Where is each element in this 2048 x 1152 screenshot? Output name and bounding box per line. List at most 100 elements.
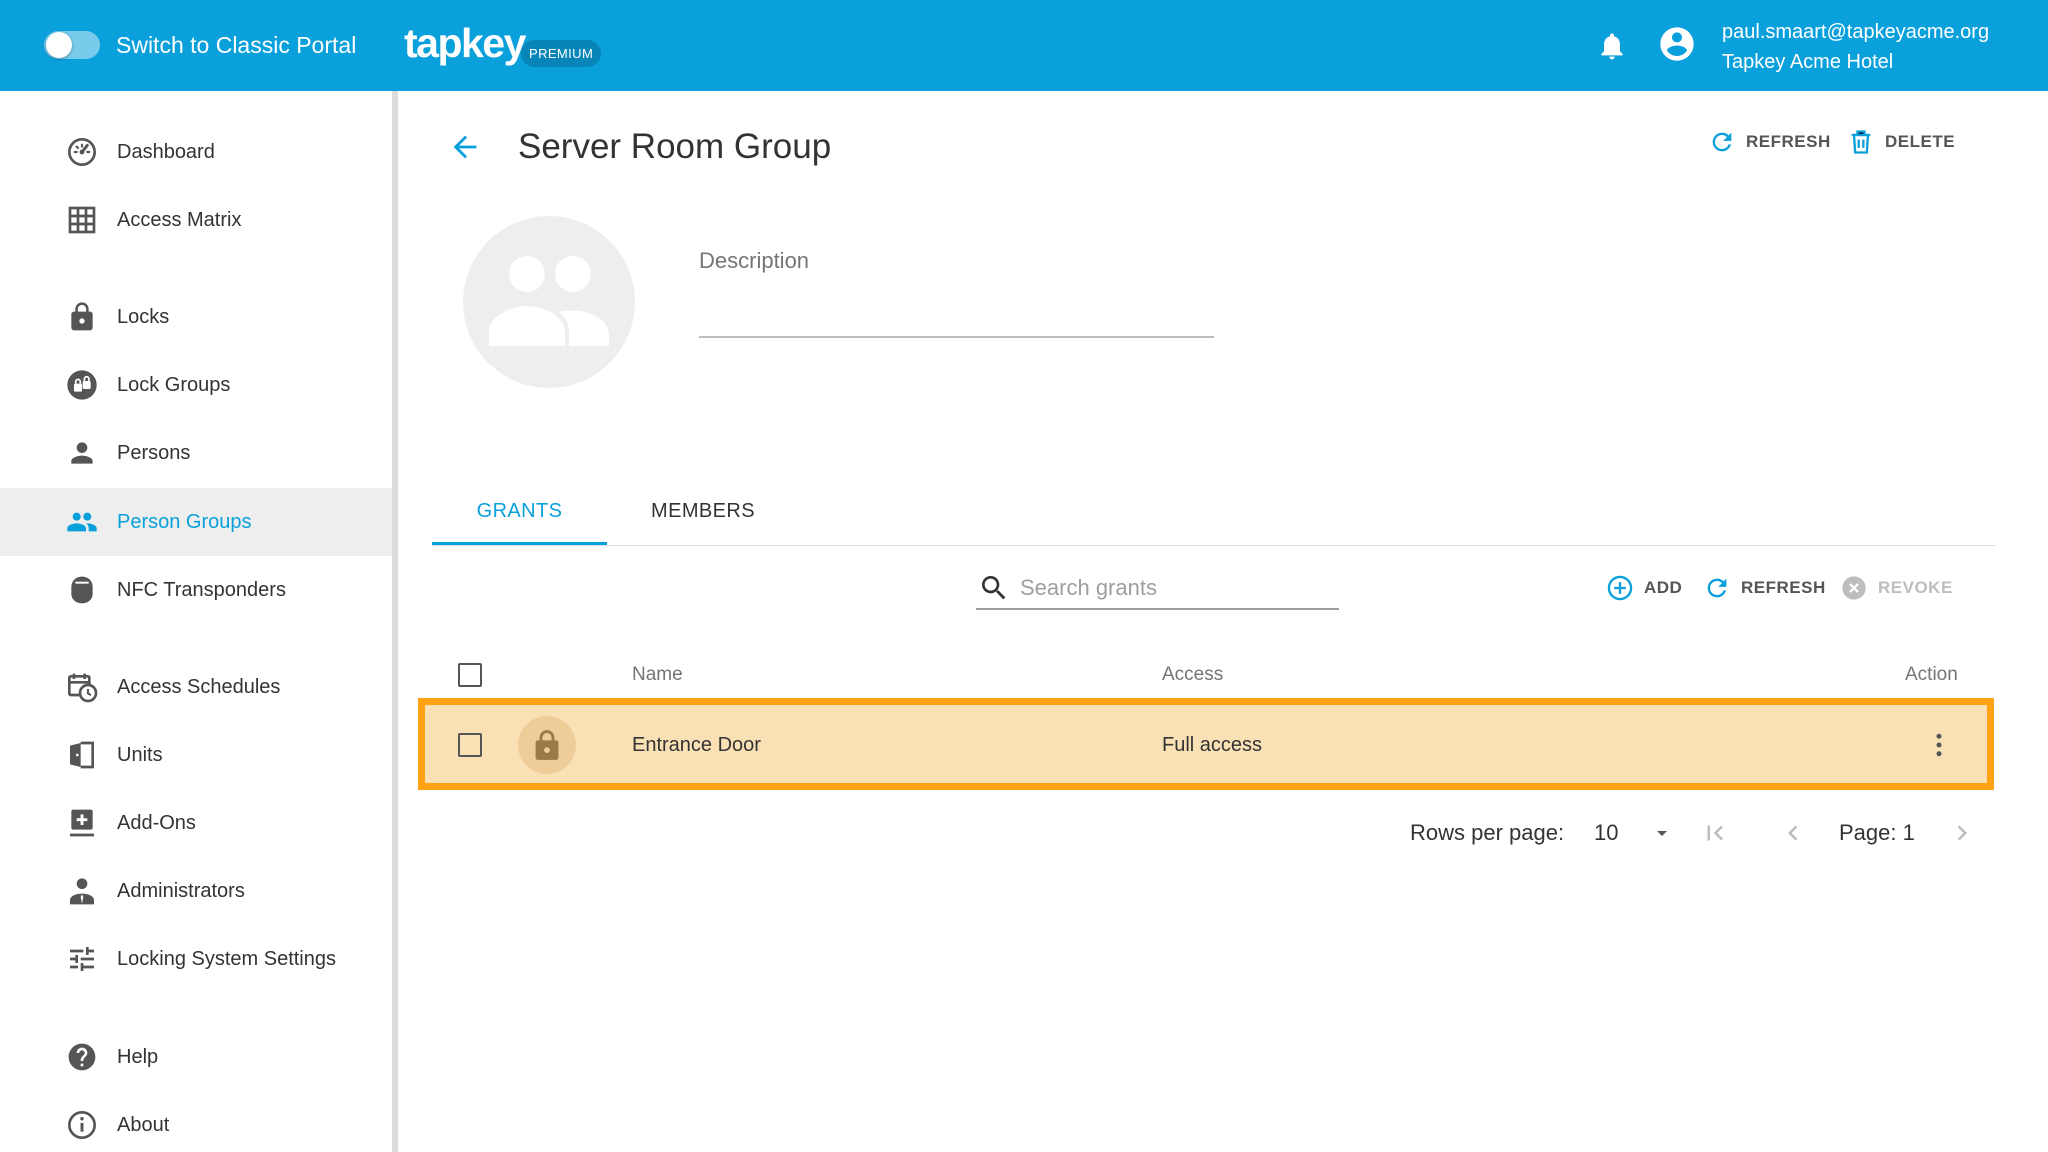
group-avatar[interactable] (463, 216, 635, 388)
delete-button[interactable]: DELETE (1847, 124, 1957, 160)
search-grants-input[interactable] (1020, 568, 1338, 608)
lock-group-icon (67, 370, 97, 400)
search-underline (976, 608, 1339, 610)
sidebar-item-label: Locks (117, 306, 170, 328)
add-label: ADD (1644, 578, 1683, 597)
switch-portal-label[interactable]: Switch to Classic Portal (116, 29, 356, 61)
sidebar-item-persons[interactable]: Persons (0, 419, 392, 487)
add-circle-icon (1607, 575, 1633, 601)
sidebar-divider (392, 91, 398, 1152)
tab-members-label: MEMBERS (651, 500, 755, 522)
sidebar-item-locking-system-settings[interactable]: Locking System Settings (0, 925, 392, 993)
row-name: Entrance Door (632, 734, 761, 756)
header-refresh-label: REFRESH (1746, 132, 1831, 151)
column-header-access[interactable]: Access (1162, 658, 1223, 692)
group-avatar-icon (489, 256, 609, 346)
refresh-label: REFRESH (1741, 578, 1826, 597)
revoke-button[interactable]: REVOKE (1840, 570, 1956, 606)
grid-icon (68, 206, 96, 234)
sidebar-item-locks[interactable]: Locks (0, 283, 392, 351)
tab-grants-label: GRANTS (476, 500, 563, 522)
back-arrow-icon[interactable] (448, 130, 482, 164)
sidebar-item-label: NFC Transponders (117, 579, 286, 601)
rows-per-page-label: Rows per page: (1410, 820, 1565, 845)
lock-icon (535, 730, 559, 760)
sidebar-item-label: Persons (117, 442, 191, 464)
row-checkbox[interactable] (458, 733, 482, 757)
toggle-knob (46, 32, 72, 58)
sidebar-item-label: Person Groups (117, 511, 252, 533)
bell-icon[interactable] (1596, 30, 1628, 62)
previous-page-icon[interactable] (1778, 818, 1808, 848)
sidebar-item-about[interactable]: About (0, 1091, 392, 1152)
refresh-icon (1707, 578, 1727, 598)
sidebar-item-add-ons[interactable]: Add-Ons (0, 789, 392, 857)
row-lock-avatar (518, 716, 576, 774)
column-header-action: Action (1905, 664, 1958, 685)
tabs-divider (432, 545, 1996, 546)
search-icon (982, 576, 1006, 600)
calendar-clock-icon (68, 673, 98, 703)
first-page-icon[interactable] (1700, 818, 1730, 848)
admin-icon (70, 878, 94, 905)
delete-label: DELETE (1885, 132, 1956, 151)
trash-icon (1851, 130, 1871, 154)
sidebar-item-help[interactable]: Help (0, 1023, 392, 1091)
people-icon (67, 512, 97, 532)
user-email[interactable]: paul.smaart@tapkeyacme.org (1722, 18, 1989, 46)
sidebar-item-label: Dashboard (117, 141, 215, 163)
sidebar-item-access-matrix[interactable]: Access Matrix (0, 186, 392, 254)
sidebar-item-label: Administrators (117, 880, 245, 902)
user-organization[interactable]: Tapkey Acme Hotel (1722, 48, 1893, 76)
add-grant-button[interactable]: ADD (1606, 570, 1688, 606)
rows-per-page-select[interactable]: 10 (1590, 816, 1680, 850)
header-refresh-button[interactable]: REFRESH (1708, 124, 1832, 160)
next-page-icon[interactable] (1947, 818, 1977, 848)
sliders-icon (70, 947, 94, 971)
sidebar-item-access-schedules[interactable]: Access Schedules (0, 653, 392, 721)
page-indicator: Page: 1 (1839, 820, 1915, 845)
premium-badge: PREMIUM (521, 40, 602, 67)
sidebar-item-dashboard[interactable]: Dashboard (0, 118, 392, 186)
account-icon[interactable] (1657, 24, 1697, 64)
sidebar-item-label: Units (117, 744, 163, 766)
sidebar-item-lock-groups[interactable]: Lock Groups (0, 351, 392, 419)
refresh-icon (1712, 132, 1732, 152)
select-all-checkbox[interactable] (458, 663, 482, 687)
refresh-grants-button[interactable]: REFRESH (1703, 570, 1827, 606)
sidebar-item-label: Access Schedules (117, 676, 281, 698)
sidebar-item-administrators[interactable]: Administrators (0, 857, 392, 925)
description-input[interactable] (699, 290, 1214, 338)
add-box-icon (70, 809, 94, 837)
lock-icon (71, 302, 93, 331)
tab-active-indicator (432, 542, 607, 545)
classic-portal-toggle[interactable] (44, 31, 100, 59)
description-label: Description (699, 248, 810, 273)
help-icon (68, 1043, 96, 1071)
more-vertical-icon[interactable] (1924, 727, 1954, 763)
sidebar-item-label: Locking System Settings (117, 948, 336, 970)
transponder-icon (71, 576, 93, 604)
dropdown-arrow-icon (1657, 831, 1667, 836)
sidebar-item-label: Add-Ons (117, 812, 196, 834)
column-header-name[interactable]: Name (632, 658, 683, 692)
cancel-circle-icon (1842, 576, 1866, 600)
tab-members[interactable]: MEMBERS (620, 486, 786, 546)
info-icon (68, 1111, 96, 1139)
page-title: Server Room Group (518, 127, 832, 166)
dashboard-icon (68, 138, 96, 166)
rows-per-page-value: 10 (1594, 820, 1619, 845)
sidebar-item-nfc-transponders[interactable]: NFC Transponders (0, 556, 392, 624)
door-icon (70, 741, 94, 769)
row-access: Full access (1162, 734, 1263, 756)
person-icon (71, 442, 93, 464)
sidebar-item-label: Access Matrix (117, 209, 242, 231)
tab-grants[interactable]: GRANTS (432, 486, 607, 546)
tapkey-logo: tapkey (404, 20, 526, 66)
sidebar-item-units[interactable]: Units (0, 721, 392, 789)
revoke-label: REVOKE (1878, 578, 1953, 597)
sidebar-item-person-groups[interactable]: Person Groups (0, 488, 392, 556)
sidebar-item-label: About (117, 1114, 170, 1136)
top-bar: Switch to Classic Portal tapkey PREMIUM … (0, 0, 2048, 91)
sidebar-item-label: Help (117, 1046, 159, 1068)
